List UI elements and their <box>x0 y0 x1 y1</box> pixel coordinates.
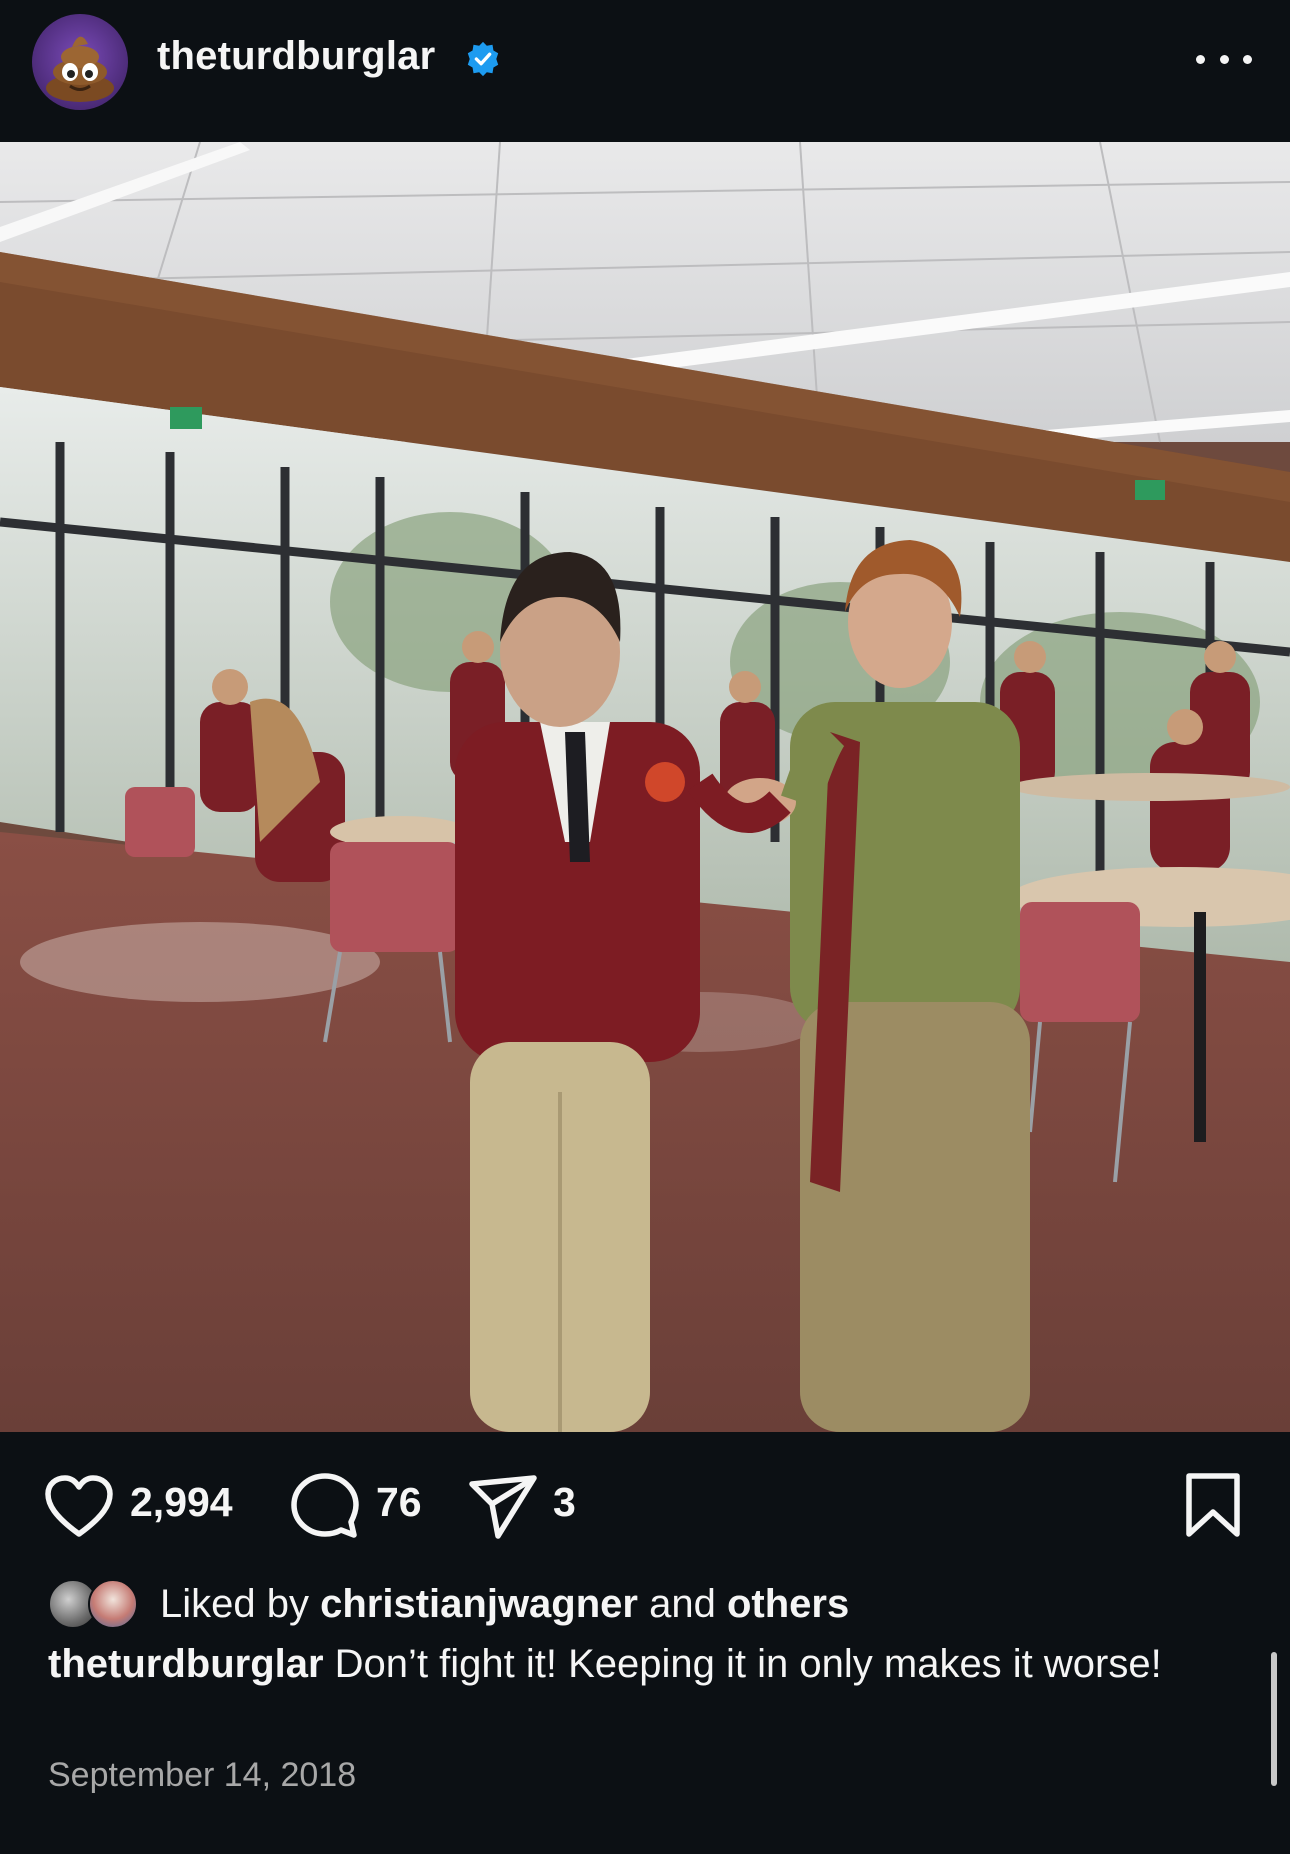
post-actions: 2,994 76 3 <box>0 1460 1290 1544</box>
scrollbar[interactable] <box>1271 1652 1277 1786</box>
liked-by-row[interactable]: Liked by christianjwagner and others <box>48 1578 849 1630</box>
share-count[interactable]: 3 <box>553 1479 576 1526</box>
liked-by-prefix: Liked by <box>160 1581 309 1626</box>
post-caption: theturdburglar Don’t fight it! Keeping i… <box>48 1640 1178 1688</box>
caption-text: Don’t fight it! Keeping it in only makes… <box>334 1642 1162 1686</box>
comment-count[interactable]: 76 <box>376 1479 422 1526</box>
like-count[interactable]: 2,994 <box>130 1479 233 1526</box>
post-username[interactable]: theturdburglar <box>157 34 435 79</box>
liked-by-others[interactable]: others <box>727 1582 849 1627</box>
heart-icon[interactable] <box>44 1474 114 1538</box>
avatar <box>88 1579 138 1629</box>
bookmark-icon[interactable] <box>1184 1472 1242 1538</box>
comment-bubble-icon[interactable] <box>290 1472 360 1542</box>
post-photo[interactable] <box>0 142 1290 1432</box>
poop-emoji-icon <box>46 36 114 102</box>
verified-badge-icon <box>467 41 499 77</box>
post-header: theturdburglar <box>0 0 1290 142</box>
liked-by-user[interactable]: christianjwagner <box>320 1582 638 1627</box>
more-horizontal-icon[interactable] <box>1196 46 1252 72</box>
avatar[interactable] <box>32 14 128 110</box>
post-date: September 14, 2018 <box>48 1756 357 1794</box>
liked-by-conjunction: and <box>649 1581 716 1626</box>
liked-by-avatars <box>48 1578 148 1630</box>
post-photo-illustration <box>0 142 1290 1432</box>
paper-plane-icon[interactable] <box>468 1474 538 1540</box>
caption-username[interactable]: theturdburglar <box>48 1642 324 1686</box>
